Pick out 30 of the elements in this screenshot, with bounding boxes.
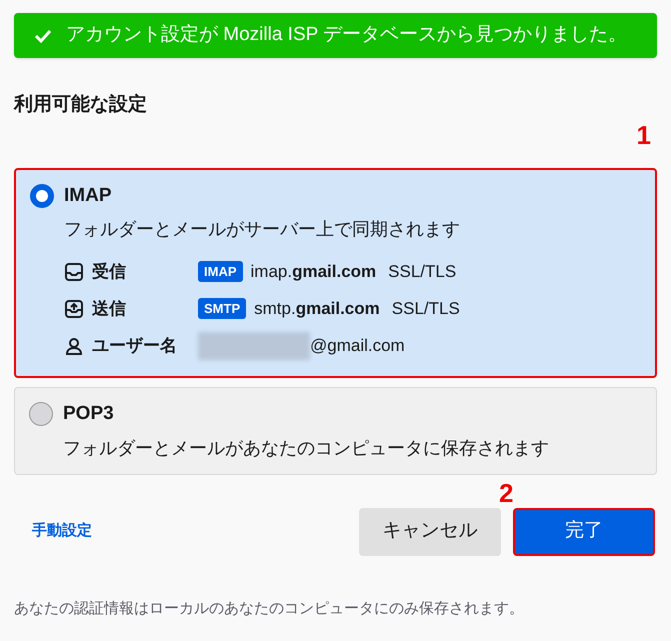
option-title: IMAP xyxy=(64,184,112,208)
radio-button[interactable] xyxy=(30,184,54,208)
cancel-button[interactable]: キャンセル xyxy=(359,508,501,556)
server-host: smtp.gmail.com xyxy=(254,298,380,320)
section-heading: 利用可能な設定 xyxy=(14,92,147,117)
step-number: 2 xyxy=(499,476,514,510)
option-description: フォルダーとメールがあなたのコンピュータに保存されます xyxy=(63,436,550,460)
upload-tray-icon xyxy=(64,298,84,318)
detail-label: 送信 xyxy=(92,298,126,320)
protocol-badge: SMTP xyxy=(198,298,246,320)
option-card[interactable]: IMAP フォルダーとメールがサーバー上で同期されます 受信 IMAP imap.gmail.com SSL/TLS 送信 SMTP smtp.gmail.com SSL/TLS ユーザー名 @gmail.com xyxy=(14,168,657,378)
security-type: SSL/TLS xyxy=(388,260,456,283)
radio-button[interactable] xyxy=(29,402,53,426)
server-host: imap.gmail.com xyxy=(250,260,376,283)
option-description: フォルダーとメールがサーバー上で同期されます xyxy=(64,218,461,241)
option-title: POP3 xyxy=(63,402,114,426)
banner-text: アカウント設定が Mozilla ISP データベースから見つかりました。 xyxy=(66,23,628,48)
user-icon xyxy=(64,336,84,356)
manual-setup-link[interactable]: 手動設定 xyxy=(32,520,92,543)
inbox-icon xyxy=(64,262,84,282)
security-type: SSL/TLS xyxy=(392,298,460,320)
detail-label: 受信 xyxy=(92,260,126,283)
email-domain: @gmail.com xyxy=(310,334,405,357)
done-button[interactable]: 完了 xyxy=(513,508,655,556)
option-card[interactable]: POP3 フォルダーとメールがあなたのコンピュータに保存されます xyxy=(14,387,657,474)
protocol-badge: IMAP xyxy=(198,260,242,282)
footer-note: あなたの認証情報はローカルのあなたのコンピュータにのみ保存されます。 xyxy=(14,598,525,618)
check-icon xyxy=(34,28,52,42)
step-number: 1 xyxy=(636,118,651,152)
detail-label: ユーザー名 xyxy=(92,334,177,357)
